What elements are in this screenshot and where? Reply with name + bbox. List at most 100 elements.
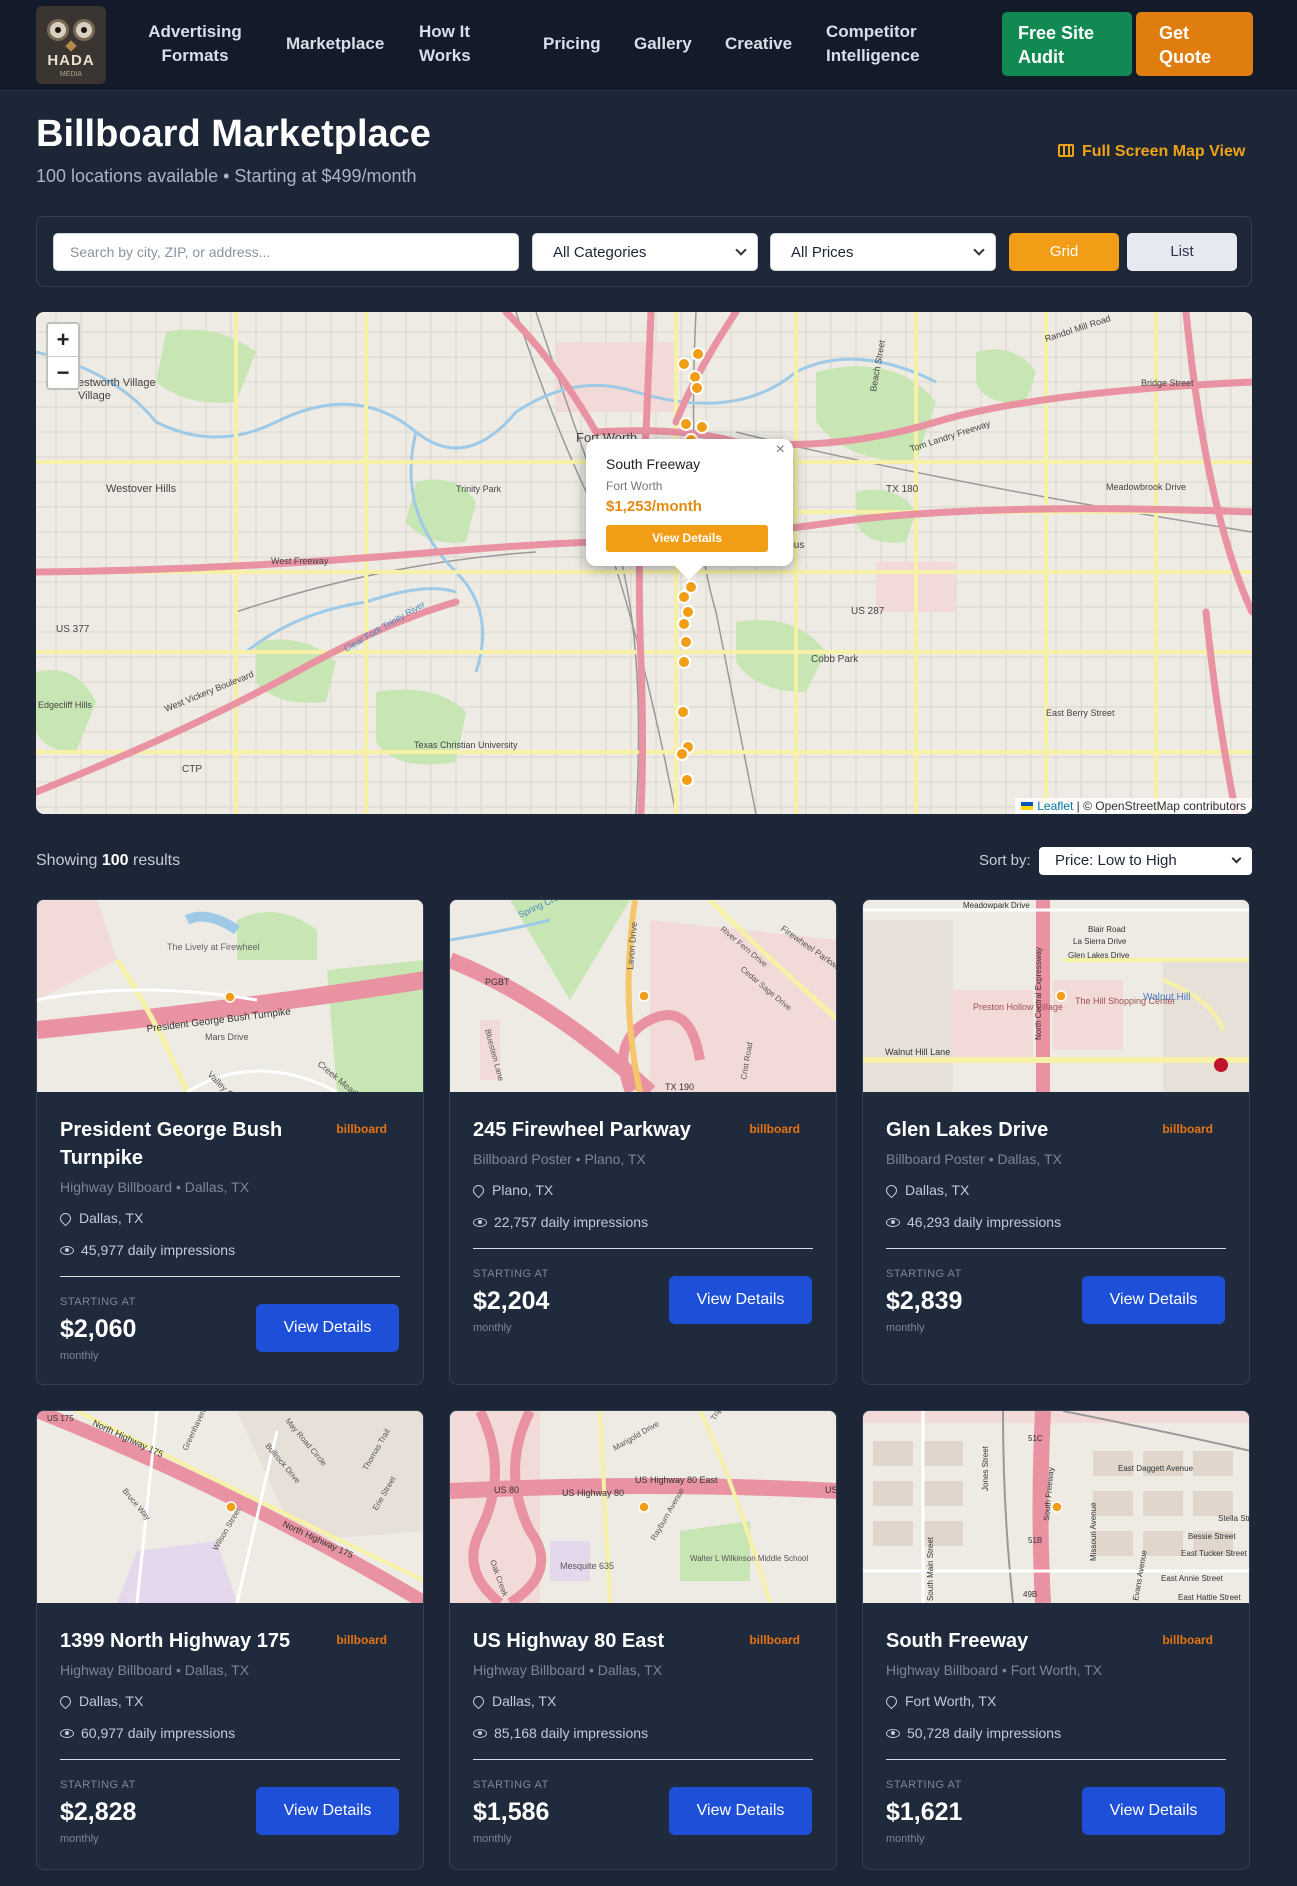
map-label: East Annie Street: [1161, 1574, 1224, 1583]
card-tag: billboard: [1162, 1633, 1213, 1647]
zoom-in-button[interactable]: +: [48, 324, 78, 356]
billboard-card[interactable]: US 80 US Highway 80 US Highway 80 East M…: [449, 1410, 837, 1870]
card-divider: [886, 1248, 1226, 1249]
map-shield: PGBT: [485, 977, 510, 987]
sort-select-value: Price: Low to High: [1055, 852, 1177, 869]
map-label: Walnut Hill: [1143, 992, 1190, 1003]
card-impressions: 60,977 daily impressions: [60, 1725, 235, 1741]
nav-gallery[interactable]: Gallery: [634, 32, 692, 56]
card-title[interactable]: Glen Lakes Drive: [886, 1116, 1146, 1144]
card-impressions-text: 46,293 daily impressions: [907, 1214, 1062, 1230]
map-label: Preston Hollow Village: [973, 1002, 1063, 1012]
card-impressions: 50,728 daily impressions: [886, 1725, 1061, 1741]
billboard-card[interactable]: US 175 North Highway 175 Greenhaven May …: [36, 1410, 424, 1870]
card-divider: [886, 1759, 1226, 1760]
nav-competitor-intelligence[interactable]: Competitor Intelligence: [826, 20, 920, 68]
free-site-audit-button[interactable]: Free Site Audit: [1002, 12, 1132, 76]
location-pin-icon: [57, 1210, 74, 1227]
billboard-card[interactable]: The Lively at Firewheel President George…: [36, 899, 424, 1385]
map-icon: [1058, 144, 1074, 157]
card-map-thumbnail: PGBT Spring Creek Firewheel Parkway Rive…: [450, 900, 836, 1092]
map-label: Meadowpark Drive: [963, 901, 1030, 910]
grid-view-button[interactable]: Grid: [1009, 233, 1119, 271]
map-label: Cobb Park: [811, 654, 859, 665]
full-screen-map-link[interactable]: Full Screen Map View: [1058, 143, 1245, 161]
thumbnail-map: US 175 North Highway 175 Greenhaven May …: [37, 1411, 423, 1603]
map-label: Trinity Park: [456, 484, 502, 494]
card-location-text: Fort Worth, TX: [905, 1693, 997, 1709]
popup-view-details-button[interactable]: View Details: [606, 525, 768, 552]
map-label: Blair Road: [1088, 925, 1125, 934]
nav-creative[interactable]: Creative: [725, 32, 792, 56]
card-impressions: 45,977 daily impressions: [60, 1242, 235, 1258]
card-meta: Highway Billboard • Dallas, TX: [473, 1662, 663, 1678]
card-title[interactable]: 1399 North Highway 175: [60, 1627, 320, 1655]
view-details-button[interactable]: View Details: [256, 1304, 399, 1352]
category-select[interactable]: All Categories: [532, 233, 758, 271]
zoom-control: + −: [46, 322, 80, 390]
popup-price: $1,253/month: [606, 498, 702, 515]
sort-select[interactable]: Price: Low to High: [1039, 847, 1252, 875]
view-details-button[interactable]: View Details: [669, 1787, 812, 1835]
map-label: East Berry Street: [1046, 708, 1115, 718]
nav-pricing[interactable]: Pricing: [543, 32, 601, 56]
card-location-text: Dallas, TX: [79, 1210, 144, 1226]
leaflet-link[interactable]: Leaflet: [1037, 799, 1073, 813]
map-label: US 377: [56, 624, 90, 635]
nav-marketplace[interactable]: Marketplace: [286, 32, 384, 56]
card-location: Fort Worth, TX: [883, 1693, 997, 1710]
view-details-button[interactable]: View Details: [256, 1787, 399, 1835]
card-location: Dallas, TX: [883, 1182, 969, 1199]
card-location-text: Dallas, TX: [79, 1693, 144, 1709]
page-title: Billboard Marketplace: [36, 113, 431, 155]
view-details-button[interactable]: View Details: [1082, 1787, 1225, 1835]
eye-icon: [60, 1246, 74, 1255]
hada-logo[interactable]: HADA MEDIA: [36, 6, 106, 84]
map-label: Mars Drive: [205, 1032, 249, 1042]
nav-how-it-works[interactable]: How It Works: [419, 20, 471, 68]
list-view-button[interactable]: List: [1127, 233, 1237, 271]
popup-close-icon[interactable]: ×: [776, 441, 785, 459]
billboard-map[interactable]: Westworth Village Village Westover Hills…: [36, 312, 1252, 814]
filter-bar: Search by city, ZIP, or address... All C…: [36, 216, 1252, 287]
card-period: monthly: [886, 1322, 925, 1334]
owl-beak: [65, 40, 77, 52]
card-title[interactable]: South Freeway: [886, 1627, 1146, 1655]
card-starting-label: STARTING AT: [473, 1779, 549, 1791]
card-period: monthly: [886, 1833, 925, 1845]
search-input[interactable]: Search by city, ZIP, or address...: [53, 233, 519, 271]
card-map-thumbnail: Meadowpark Drive Blair Road La Sierra Dr…: [863, 900, 1249, 1092]
card-divider: [60, 1759, 400, 1760]
map-label: US Highway 80: [562, 1488, 624, 1498]
map-label: East Daggett Avenue: [1118, 1464, 1194, 1473]
view-details-button[interactable]: View Details: [1082, 1276, 1225, 1324]
card-title[interactable]: US Highway 80 East: [473, 1627, 733, 1655]
price-select[interactable]: All Prices: [770, 233, 996, 271]
zoom-out-button[interactable]: −: [48, 356, 78, 388]
nav-advertising-formats[interactable]: Advertising Formats: [140, 20, 250, 68]
card-title[interactable]: President George Bush Turnpike: [60, 1116, 320, 1172]
owl-eye-right: [73, 19, 95, 41]
card-divider: [473, 1759, 813, 1760]
card-price: $1,586: [473, 1798, 550, 1826]
logo-subtext: MEDIA: [59, 71, 83, 78]
card-title[interactable]: 245 Firewheel Parkway: [473, 1116, 733, 1144]
billboard-card[interactable]: Meadowpark Drive Blair Road La Sierra Dr…: [862, 899, 1250, 1385]
billboard-card[interactable]: PGBT Spring Creek Firewheel Parkway Rive…: [449, 899, 837, 1385]
thumbnail-map: Meadowpark Drive Blair Road La Sierra Dr…: [863, 900, 1249, 1092]
map-label: Westworth Village: [68, 377, 156, 389]
map-label: Mesquite 635: [560, 1561, 614, 1571]
get-quote-button[interactable]: Get Quote: [1136, 12, 1253, 76]
card-starting-label: STARTING AT: [60, 1779, 136, 1791]
billboard-card[interactable]: 51C 51B 49B South Freeway East Daggett A…: [862, 1410, 1250, 1870]
map-label: Walter L Wilkinson Middle School: [690, 1554, 808, 1563]
map-label: Bessie Street: [1188, 1532, 1236, 1541]
map-label: Westover Hills: [106, 483, 177, 495]
map-label: Bridge Street: [1141, 378, 1194, 388]
card-meta: Highway Billboard • Fort Worth, TX: [886, 1662, 1103, 1678]
eye-icon: [473, 1218, 487, 1227]
card-impressions-text: 45,977 daily impressions: [81, 1242, 236, 1258]
map-label: East Hattie Street: [1178, 1593, 1241, 1602]
view-details-button[interactable]: View Details: [669, 1276, 812, 1324]
map-label: South Main Street: [926, 1536, 935, 1601]
